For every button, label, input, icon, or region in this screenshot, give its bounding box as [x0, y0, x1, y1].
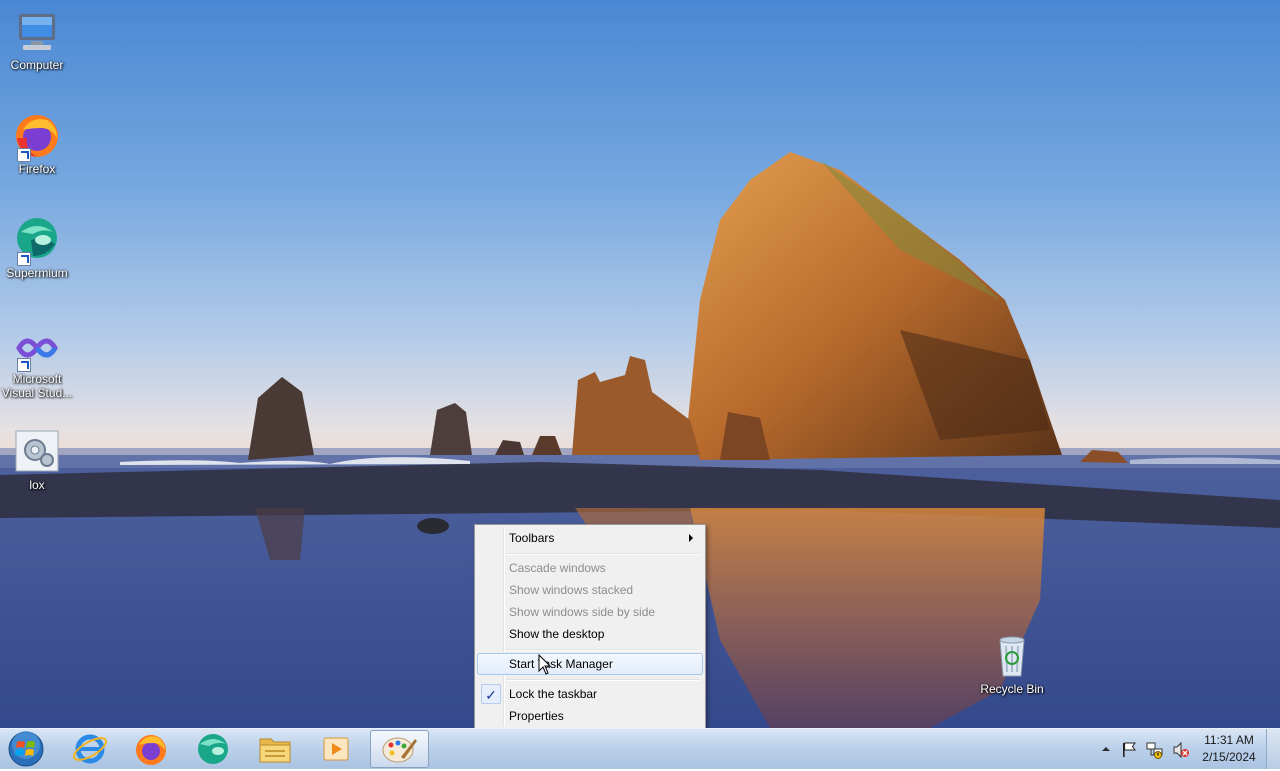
- show-hidden-icons-icon: [1102, 747, 1110, 751]
- computer-icon: [13, 8, 61, 56]
- desktop-icon-label: Recycle Bin: [980, 682, 1044, 696]
- menu-item-label: Show windows side by side: [509, 605, 656, 619]
- paint-icon: [382, 737, 417, 763]
- supermium-icon: [13, 216, 61, 266]
- desktop-icon-firefox[interactable]: Firefox: [0, 112, 75, 176]
- firefox-icon: [13, 112, 61, 162]
- menu-item-start-task-manager[interactable]: Start Task Manager: [477, 653, 703, 675]
- menu-item-label: Cascade windows: [509, 561, 606, 575]
- recycle-bin-icon: [988, 632, 1036, 680]
- firefox-icon: [136, 735, 166, 765]
- shortcut-arrow-icon: [17, 358, 31, 372]
- menu-item-show-windows-side-by-side[interactable]: Show windows side by side: [477, 601, 703, 623]
- desktop-icon-label: Supermium: [6, 266, 68, 280]
- desktop-icon-label: lox: [29, 478, 45, 492]
- desktop-icon-label: Firefox: [18, 162, 56, 176]
- menu-item-label: Lock the taskbar: [509, 687, 598, 701]
- taskbar-file-explorer[interactable]: [247, 730, 303, 768]
- menu-item-label: Show windows stacked: [509, 583, 634, 597]
- menu-separator: [507, 649, 699, 651]
- volume-muted-icon: [1173, 741, 1189, 759]
- taskbar-supermium[interactable]: [185, 730, 241, 768]
- menu-item-properties[interactable]: Properties: [477, 705, 703, 727]
- menu-item-label: Properties: [509, 709, 564, 723]
- desktop-icon-recycle-bin[interactable]: Recycle Bin: [974, 632, 1050, 696]
- menu-item-label: Toolbars: [509, 531, 555, 545]
- clock-date: 2/15/2024: [1202, 750, 1256, 764]
- network-button[interactable]: [1146, 741, 1164, 759]
- taskbar-context-menu: Toolbars Cascade windows Show windows st…: [474, 524, 706, 729]
- menu-separator: [507, 553, 699, 555]
- file-explorer-icon: [259, 738, 291, 763]
- windows-orb-icon: [8, 731, 44, 767]
- desktop-icon-label: Microsoft Visual Stud...: [1, 372, 73, 400]
- volume-button[interactable]: [1172, 741, 1190, 759]
- visual-studio-icon: [13, 330, 61, 372]
- internet-explorer-icon: [73, 734, 107, 764]
- taskbar[interactable]: 11:31 AM 2/15/2024: [0, 728, 1280, 769]
- taskbar-paint[interactable]: [370, 730, 429, 768]
- menu-item-label: Start Task Manager: [509, 657, 613, 671]
- submenu-arrow-icon: [689, 534, 693, 542]
- checkmark-icon: ✓: [481, 684, 501, 704]
- shortcut-arrow-icon: [17, 148, 31, 162]
- menu-item-label: Show the desktop: [509, 627, 605, 641]
- media-player-icon: [323, 737, 349, 761]
- show-hidden-icons-button[interactable]: [1098, 741, 1114, 757]
- network-icon: [1146, 742, 1163, 759]
- menu-item-show-windows-stacked[interactable]: Show windows stacked: [477, 579, 703, 601]
- shortcut-arrow-icon: [17, 252, 31, 266]
- action-center-flag-icon: [1123, 742, 1136, 757]
- menu-item-toolbars[interactable]: Toolbars: [477, 527, 703, 549]
- menu-item-show-the-desktop[interactable]: Show the desktop: [477, 623, 703, 645]
- show-desktop-button[interactable]: [1266, 729, 1280, 769]
- action-center-button[interactable]: [1120, 741, 1138, 759]
- clock-time: 11:31 AM: [1204, 733, 1254, 747]
- start-button[interactable]: [6, 731, 46, 767]
- mouse-cursor-icon: [538, 654, 552, 675]
- desktop-icon-visual-studio[interactable]: Microsoft Visual Stud...: [0, 330, 75, 400]
- taskbar-clock[interactable]: 11:31 AM 2/15/2024: [1196, 732, 1262, 766]
- desktop-icon-label: Computer: [10, 58, 64, 72]
- taskbar-media-player[interactable]: [308, 730, 364, 768]
- menu-separator: [507, 679, 699, 681]
- taskbar-firefox[interactable]: [123, 730, 179, 768]
- supermium-icon: [198, 734, 228, 764]
- desktop-icon-supermium[interactable]: Supermium: [0, 216, 75, 280]
- taskbar-internet-explorer[interactable]: [62, 730, 118, 768]
- settings-gear-icon: [13, 428, 61, 476]
- desktop-icon-computer[interactable]: Computer: [0, 8, 75, 72]
- desktop-icon-lox[interactable]: lox: [0, 428, 75, 492]
- menu-item-lock-the-taskbar[interactable]: ✓ Lock the taskbar: [477, 683, 703, 705]
- menu-item-cascade-windows[interactable]: Cascade windows: [477, 557, 703, 579]
